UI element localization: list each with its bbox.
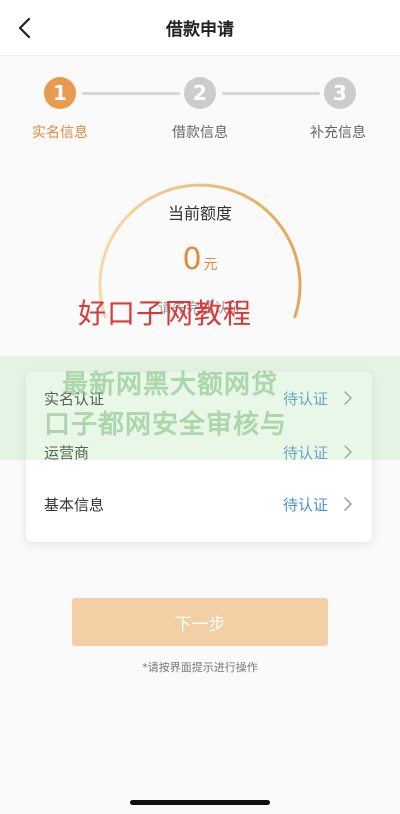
operation-tip: *请按界面提示进行操作 [142, 661, 258, 674]
step-connector [82, 92, 180, 95]
step-2-label: 借款信息 [172, 125, 228, 141]
header-bar: 借款申请 [0, 0, 400, 56]
progress-stepper: 1 2 3 实名信息 借款信息 补充信息 [0, 74, 400, 154]
status-text: 待认证 [282, 495, 328, 514]
credit-limit-unit: 元 [203, 257, 218, 273]
step-1-circle: 1 [44, 77, 76, 109]
page-title: 借款申请 [166, 20, 234, 40]
chevron-right-icon [344, 497, 352, 511]
step-3-circle: 3 [324, 77, 356, 109]
watermark-text: 最新网黑大额网贷 [62, 370, 279, 400]
row-label: 基本信息 [44, 495, 105, 514]
next-step-button[interactable]: 下一步 [72, 598, 328, 646]
step-1-label: 实名信息 [32, 125, 88, 141]
watermark-text: 口子都网安全审核与 [44, 410, 288, 440]
credit-limit-amount: 0 [182, 242, 202, 277]
step-2-circle: 2 [184, 77, 216, 109]
watermark-text: 好口子网教程 [78, 297, 253, 330]
back-button[interactable] [10, 14, 38, 42]
loan-application-page: 借款申请 1 2 3 实名信息 借款信息 补充信息 当前额度 0元 请先完成认证 [0, 0, 400, 814]
credit-limit-value: 0元 [90, 242, 310, 277]
verification-row-basic-info[interactable]: 基本信息 待认证 [26, 478, 372, 530]
credit-limit-gauge: 当前额度 0元 请先完成认证 [90, 172, 310, 362]
step-connector [222, 92, 320, 95]
gauge-label: 当前额度 [167, 204, 232, 223]
step-3-label: 补充信息 [310, 125, 366, 141]
home-indicator [130, 800, 270, 805]
chevron-left-icon [18, 17, 31, 39]
